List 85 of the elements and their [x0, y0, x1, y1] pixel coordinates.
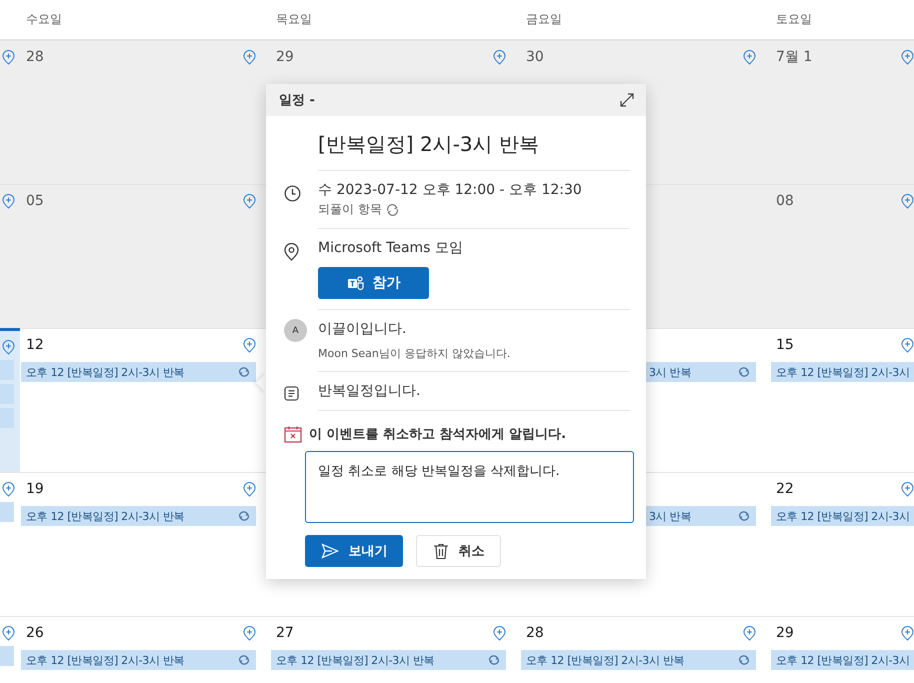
add-event-icon[interactable] — [243, 338, 256, 352]
repeat-icon — [738, 367, 750, 377]
popup-header: 일정 - — [279, 92, 315, 109]
event-bar[interactable]: 오후 12 [반복일정] 2시-3시 반복 — [21, 362, 256, 382]
event-title: [반복일정] 2시-3시 반복 — [318, 131, 540, 158]
event-bar[interactable]: 오후 12 [반복일정] 2시-3시 반복 — [271, 650, 506, 670]
event-datetime: 수 2023-07-12 오후 12:00 - 오후 12:30 — [318, 181, 583, 199]
cancel-notice: 이 이벤트를 취소하고 참석자에게 알립니다. — [309, 426, 566, 443]
event-description: 반복일정입니다. — [318, 382, 422, 400]
discard-button[interactable]: 취소 — [416, 535, 501, 567]
clock-icon — [284, 185, 301, 202]
day-number: 26 — [26, 625, 44, 641]
day-number: 19 — [26, 481, 44, 497]
repeat-icon — [386, 204, 399, 216]
repeat-icon — [738, 655, 750, 665]
weekday-header: 토요일 — [776, 11, 812, 28]
notes-icon — [284, 386, 299, 401]
weekday-header: 금요일 — [526, 11, 562, 28]
event-bar[interactable]: 오후 12 [반복일정] 2시-3시 — [771, 506, 914, 526]
add-event-icon[interactable] — [2, 50, 15, 64]
event-location: Microsoft Teams 모임 — [318, 239, 464, 257]
repeat-icon — [238, 655, 250, 665]
add-event-icon[interactable] — [901, 338, 914, 352]
day-number: 22 — [776, 481, 794, 497]
day-number: 7월 1 — [776, 48, 812, 66]
event-title: 오후 12 [반복일정] 2시-3시 반복 — [26, 652, 184, 668]
expand-icon[interactable] — [620, 93, 634, 107]
add-event-icon[interactable] — [901, 482, 914, 496]
repeat-icon — [238, 511, 250, 521]
event-bar[interactable]: 오후 12 [반복일정] 2시-3시 — [771, 362, 914, 382]
event-title: 3시 반복 — [649, 364, 691, 380]
event-title: 오후 12 [반복일정] 2시-3시 반복 — [26, 364, 184, 380]
message-field[interactable]: 일정 취소로 해당 반복일정을 삭제합니다. — [305, 451, 634, 523]
event-title: 오후 12 [반복일정] 2시-3시 — [776, 652, 910, 668]
event-title: 오후 12 [반복일정] 2시-3시 반복 — [526, 652, 684, 668]
day-number: 30 — [526, 49, 544, 65]
event-title: 3시 반복 — [649, 508, 691, 524]
event-bar[interactable]: 오후 12 [반복일정] 2시-3시 반복 — [21, 650, 256, 670]
add-event-icon[interactable] — [243, 482, 256, 496]
event-bar[interactable]: 오후 12 [반복일정] 2시-3시 반복 — [21, 506, 256, 526]
event-title: 오후 12 [반복일정] 2시-3시 반복 — [276, 652, 434, 668]
day-number: 12 — [26, 337, 44, 353]
organizer-note: 이끌이입니다. — [318, 320, 408, 338]
event-title: 오후 12 [반복일정] 2시-3시 — [776, 508, 910, 524]
day-number: 08 — [776, 193, 794, 209]
day-number: 29 — [276, 49, 294, 65]
join-button[interactable]: 참가 — [318, 267, 429, 299]
add-event-icon[interactable] — [2, 482, 15, 496]
event-title: 오후 12 [반복일정] 2시-3시 — [776, 364, 910, 380]
calendar-cancel-icon — [284, 426, 302, 442]
event-bar[interactable]: 오후 12 [반복일정] 2시-3시 반복 — [521, 650, 756, 670]
day-number: 28 — [26, 49, 44, 65]
repeat-icon — [738, 511, 750, 521]
repeat-icon — [238, 367, 250, 377]
add-event-icon[interactable] — [743, 626, 756, 640]
response-status: Moon Sean님이 응답하지 않았습니다. — [318, 346, 512, 361]
add-event-icon[interactable] — [901, 626, 914, 640]
day-number: 15 — [776, 337, 794, 353]
trash-icon — [432, 542, 448, 560]
event-bar[interactable]: 오후 12 [반복일정] 2시-3시 — [771, 650, 914, 670]
event-title: 오후 12 [반복일정] 2시-3시 반복 — [26, 508, 184, 524]
add-event-icon[interactable] — [743, 50, 756, 64]
add-event-icon[interactable] — [243, 626, 256, 640]
add-event-icon[interactable] — [493, 626, 506, 640]
day-number: 28 — [526, 625, 544, 641]
send-icon — [320, 543, 338, 559]
weekday-header: 수요일 — [26, 11, 62, 28]
add-event-icon[interactable] — [493, 50, 506, 64]
send-button[interactable]: 보내기 — [305, 535, 403, 567]
repeat-icon — [488, 655, 500, 665]
add-event-icon[interactable] — [243, 50, 256, 64]
avatar: A — [284, 319, 307, 342]
day-number: 05 — [26, 193, 44, 209]
add-event-icon[interactable] — [2, 340, 15, 354]
day-number: 29 — [776, 625, 794, 641]
weekday-header: 목요일 — [276, 11, 312, 28]
location-pin-icon — [284, 243, 299, 261]
add-event-icon[interactable] — [243, 194, 256, 208]
add-event-icon[interactable] — [901, 194, 914, 208]
day-number: 27 — [276, 625, 294, 641]
add-event-icon[interactable] — [901, 50, 914, 64]
add-event-icon[interactable] — [2, 194, 15, 208]
recurrence-label: 되풀이 항목 — [318, 201, 382, 218]
teams-icon — [346, 275, 364, 291]
add-event-icon[interactable] — [2, 626, 15, 640]
